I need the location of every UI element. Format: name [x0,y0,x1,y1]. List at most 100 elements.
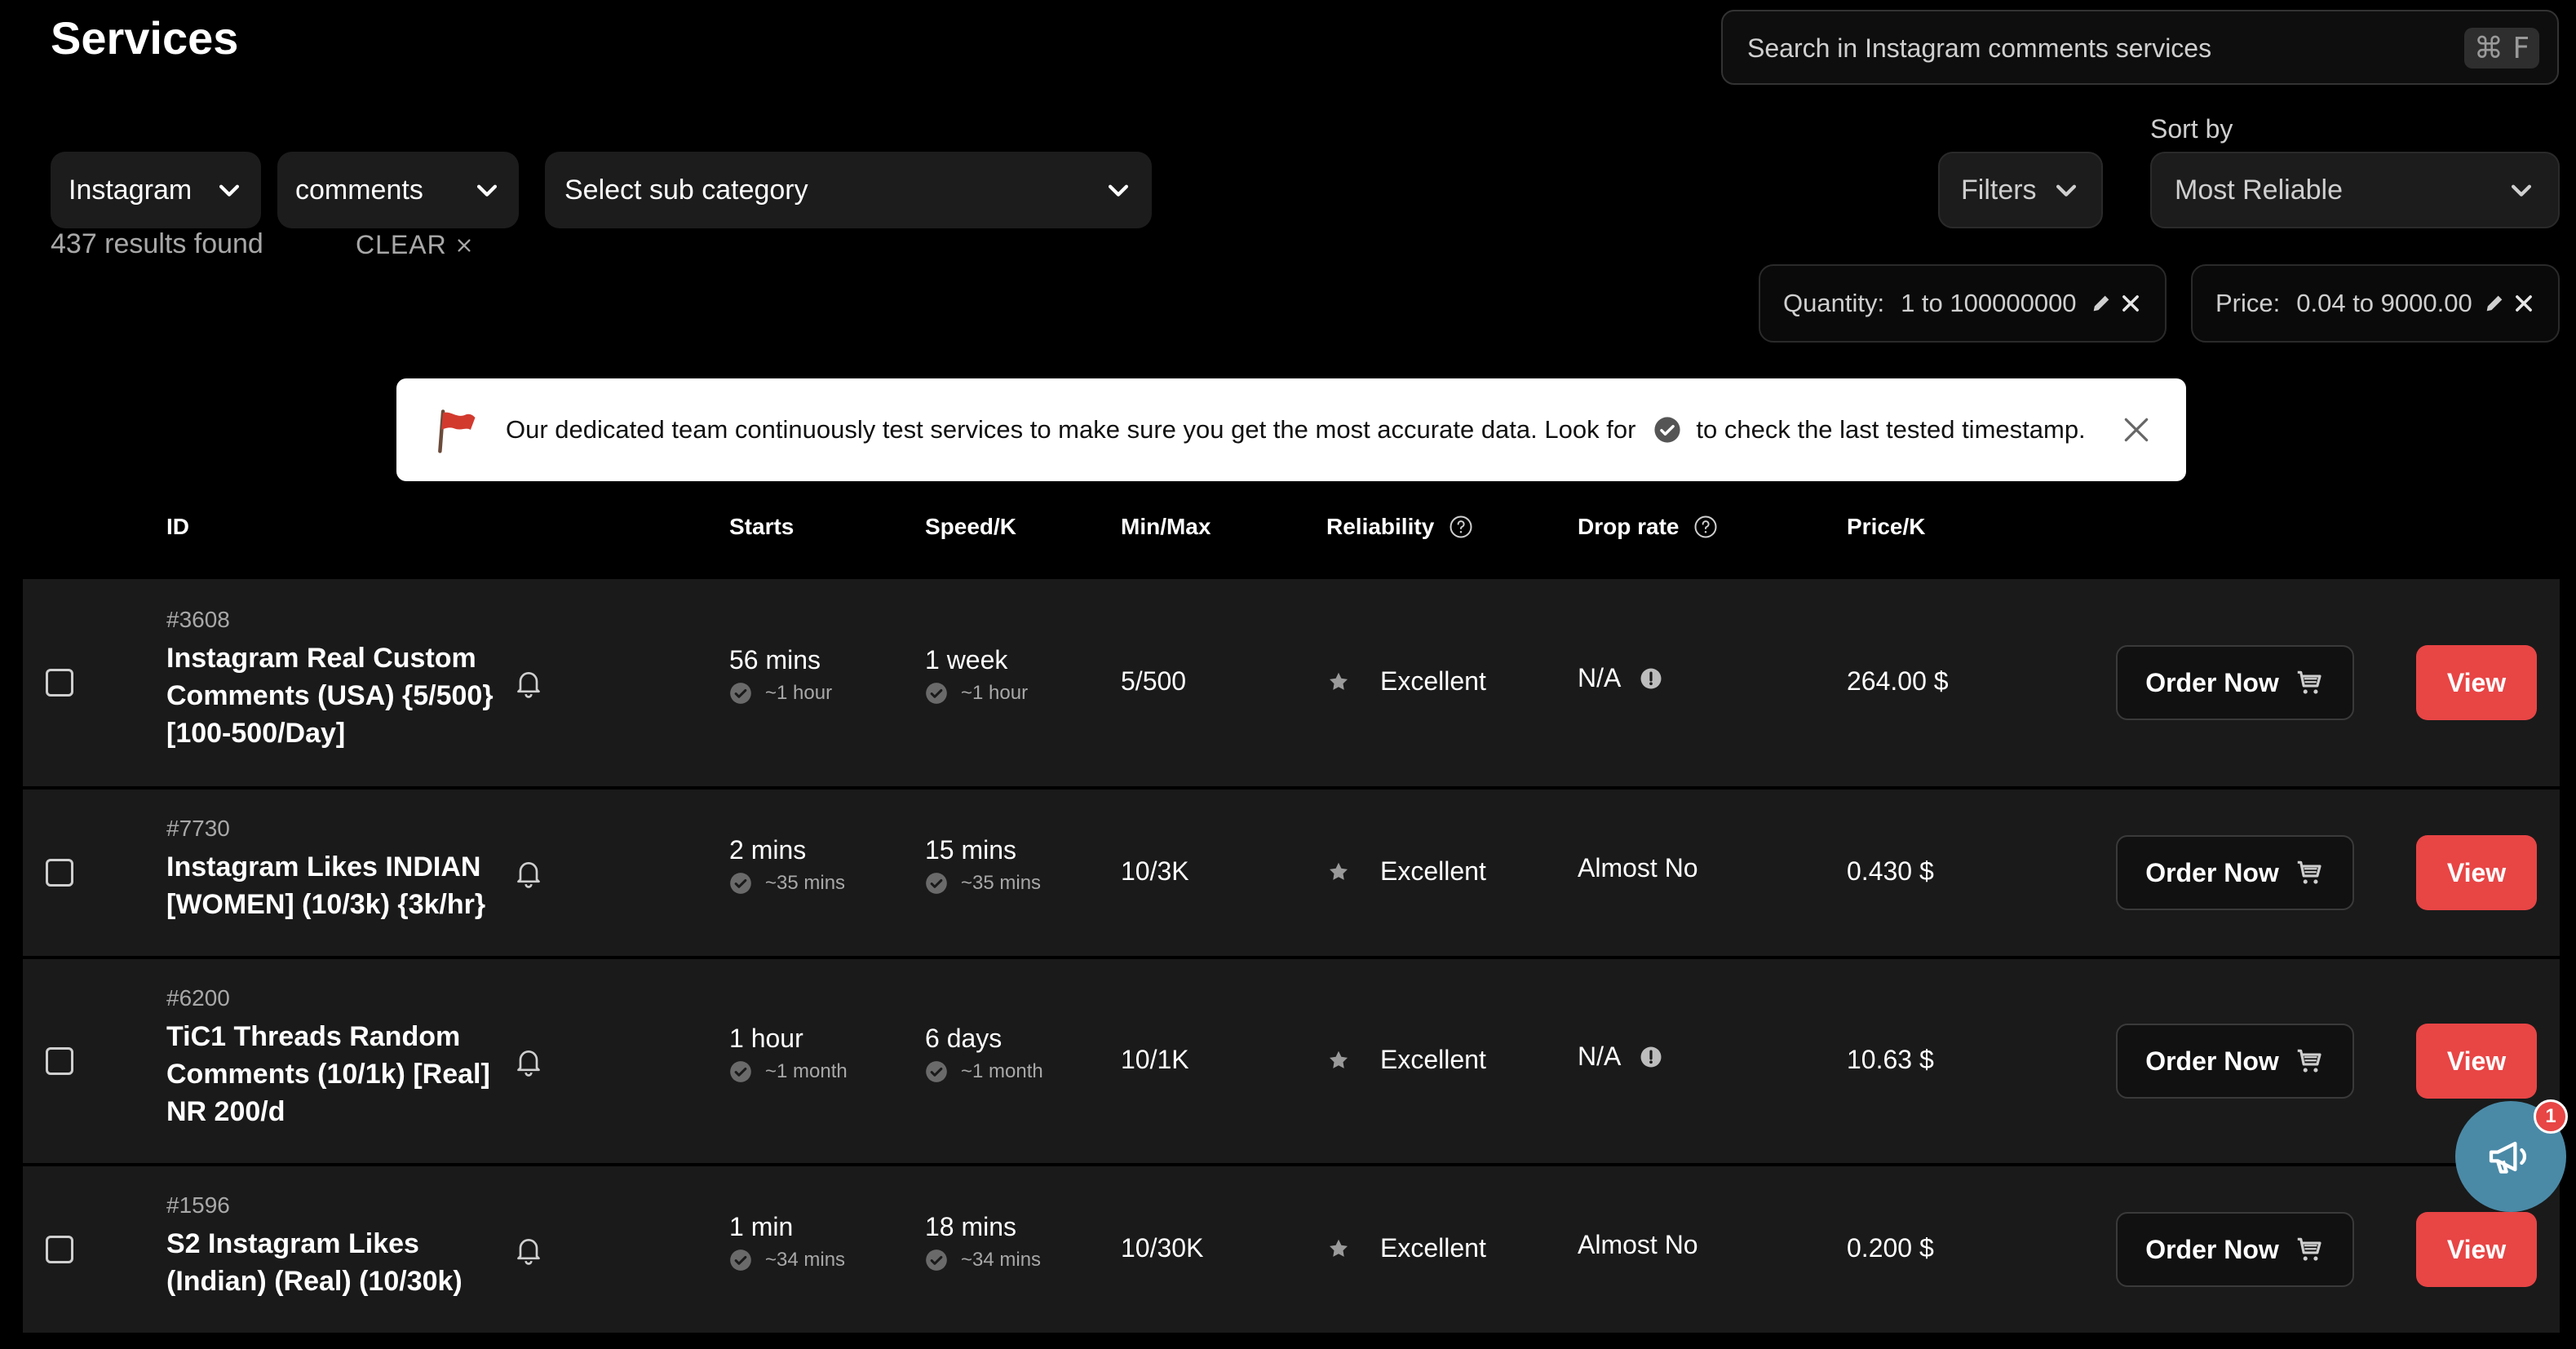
header-reliability[interactable]: Reliability [1326,514,1473,540]
order-now-label: Order Now [2145,1234,2279,1264]
quantity-value: 1 to 100000000 [1901,289,2077,317]
price-value: 10.63 $ [1847,1045,1934,1074]
filters-button[interactable]: Filters [1938,152,2103,228]
row-checkbox[interactable] [46,859,73,887]
speed-value: 6 days [925,1024,1003,1053]
service-name[interactable]: Instagram Real Custom Comments (USA) {5/… [166,639,501,752]
verified-check-icon [926,1249,947,1271]
quantity-filter-chip: Quantity: 1 to 100000000 [1759,264,2167,343]
droprate-value: Almost No [1578,853,1698,882]
pencil-icon[interactable] [2090,292,2113,315]
header-speed: Speed/K [925,514,1017,539]
search-box[interactable]: ⌘ F [1721,10,2559,85]
header-droprate[interactable]: Drop rate [1578,514,1718,540]
droprate-cell: N/A [1578,1042,1663,1072]
droprate-value: Almost No [1578,1230,1698,1259]
clear-filters-button[interactable]: CLEAR [356,230,473,260]
speed-cell: 15 mins ~35 mins [925,835,1041,895]
order-now-button[interactable]: Order Now [2116,1212,2354,1287]
verified-check-icon [1654,417,1680,443]
table-row[interactable]: #7730 Instagram Likes INDIAN [WOMEN] (10… [23,789,2560,956]
bell-icon[interactable] [512,1045,545,1077]
starts-tested-time: ~1 hour [765,682,833,704]
row-checkbox[interactable] [46,1047,73,1075]
table-row[interactable]: #1596 S2 Instagram Likes (Indian) (Real)… [23,1166,2560,1333]
price-filter-chip: Price: 0.04 to 9000.00 [2191,264,2560,343]
service-name[interactable]: S2 Instagram Likes (Indian) (Real) (10/3… [166,1225,501,1300]
view-button[interactable]: View [2416,835,2537,910]
starts-value: 1 min [729,1212,794,1241]
clear-label: CLEAR [356,230,447,259]
verified-check-icon [926,683,947,704]
close-icon[interactable] [2119,292,2142,315]
header-id: ID [166,514,189,539]
close-icon[interactable] [2121,414,2152,445]
view-button[interactable]: View [2416,1024,2537,1099]
reliability-cell: Excellent [1326,1045,1486,1075]
bell-icon[interactable] [512,856,545,889]
price-value: 264.00 $ [1847,666,1949,696]
table-row[interactable]: #6200 TiC1 Threads Random Comments (10/1… [23,959,2560,1163]
star-icon [1330,1050,1348,1068]
speed-cell: 18 mins ~34 mins [925,1212,1041,1272]
table-row[interactable]: #3608 Instagram Real Custom Comments (US… [23,579,2560,786]
view-button[interactable]: View [2416,645,2537,720]
help-icon[interactable] [1693,515,1718,539]
results-count: 437 results found [51,228,263,259]
order-now-label: Order Now [2145,1046,2279,1076]
help-icon[interactable] [1449,515,1473,539]
order-now-button[interactable]: Order Now [2116,835,2354,910]
order-now-button[interactable]: Order Now [2116,645,2354,720]
info-alert-icon[interactable] [1639,666,1663,691]
service-name[interactable]: TiC1 Threads Random Comments (10/1k) [Re… [166,1018,501,1130]
row-checkbox[interactable] [46,1236,73,1263]
speed-tested-time: ~1 month [961,1060,1043,1082]
starts-tested-time: ~1 month [765,1060,848,1082]
flag-icon [438,409,476,453]
reliability-cell: Excellent [1326,856,1486,887]
row-checkbox[interactable] [46,669,73,697]
bell-icon[interactable] [512,1233,545,1266]
speed-cell: 1 week ~1 hour [925,645,1028,705]
header-minmax: Min/Max [1121,514,1211,539]
pencil-icon[interactable] [2483,292,2506,315]
header-starts: Starts [729,514,794,539]
starts-cell: 1 hour ~1 month [729,1024,848,1083]
notice-text-after: to check the last tested timestamp. [1696,415,2086,444]
order-now-button[interactable]: Order Now [2116,1024,2354,1099]
droprate-cell: Almost No [1578,1230,1698,1260]
close-icon[interactable] [2512,292,2535,315]
close-icon [458,238,471,252]
view-button[interactable]: View [2416,1212,2537,1287]
speed-value: 1 week [925,645,1008,674]
starts-cell: 2 mins ~35 mins [729,835,845,895]
info-alert-icon[interactable] [1639,1045,1663,1069]
platform-dropdown[interactable]: Instagram [51,152,261,228]
category-dropdown[interactable]: comments [277,152,519,228]
chevron-down-icon [2511,184,2532,197]
verified-check-icon [730,1061,751,1082]
notification-badge: 1 [2534,1099,2568,1134]
subcategory-placeholder: Select sub category [564,174,808,206]
category-value: comments [295,174,423,206]
service-id: #7730 [166,816,230,841]
droprate-value: N/A [1578,1042,1622,1071]
subcategory-dropdown[interactable]: Select sub category [545,152,1152,228]
sort-dropdown[interactable]: Most Reliable [2150,152,2560,228]
service-name[interactable]: Instagram Likes INDIAN [WOMEN] (10/3k) {… [166,848,501,923]
bell-icon[interactable] [512,666,545,699]
price-value: 0.04 to 9000.00 [2296,289,2472,317]
speed-value: 18 mins [925,1212,1017,1241]
chevron-down-icon [2056,184,2077,197]
droprate-cell: N/A [1578,663,1663,693]
reliability-value: Excellent [1380,1233,1486,1263]
search-input[interactable] [1746,11,2467,85]
chevron-down-icon [1108,184,1129,197]
verified-check-icon [926,1061,947,1082]
starts-value: 2 mins [729,835,807,865]
chevron-down-icon [219,184,240,197]
reliability-value: Excellent [1380,1045,1486,1074]
starts-tested-time: ~35 mins [765,872,846,894]
starts-value: 1 hour [729,1024,803,1053]
platform-value: Instagram [69,174,193,206]
